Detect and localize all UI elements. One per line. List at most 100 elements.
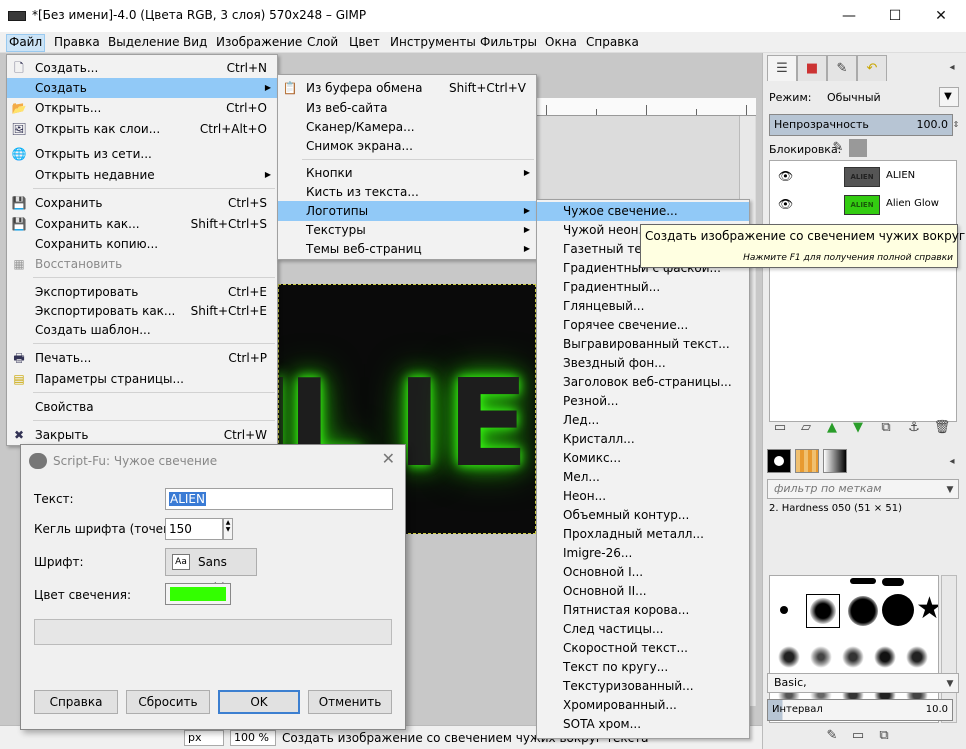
- menu-item-open[interactable]: 📂 Открыть... Ctrl+O: [7, 98, 277, 118]
- menu-item-print[interactable]: 🖶 Печать... Ctrl+P: [7, 348, 277, 368]
- edit-brush-icon[interactable]: ✎: [823, 727, 841, 745]
- delete-layer-icon[interactable]: 🗑: [933, 419, 951, 437]
- menu-item-properties[interactable]: Свойства: [7, 397, 277, 417]
- menu-item-web-themes[interactable]: Темы веб-страниц ▶: [278, 239, 536, 259]
- tab-channels[interactable]: ■: [797, 55, 827, 81]
- menu-item-buttons[interactable]: Кнопки ▶: [278, 163, 536, 183]
- tag-filter-input[interactable]: фильтр по меткам: [767, 479, 959, 499]
- menu-item-open-recent[interactable]: Открыть недавние ▶: [7, 165, 277, 185]
- brush-preset-select[interactable]: Basic,: [767, 673, 959, 693]
- menu-item-logo[interactable]: Прохладный металл...: [537, 525, 749, 544]
- menu-item-logo[interactable]: След частицы...: [537, 620, 749, 639]
- opacity-spinner[interactable]: ⇕: [947, 116, 965, 134]
- menu-item-logo[interactable]: Градиентный...: [537, 278, 749, 297]
- menu-item-patterns[interactable]: Текстуры ▶: [278, 220, 536, 240]
- eye-icon[interactable]: 👁: [778, 197, 793, 211]
- reset-button[interactable]: Сбросить: [126, 690, 210, 714]
- menu-item-logo[interactable]: Комикс...: [537, 449, 749, 468]
- chevron-down-icon[interactable]: ▼: [941, 675, 959, 693]
- cancel-button[interactable]: Отменить: [308, 690, 392, 714]
- menu-item-logo[interactable]: Объемный контур...: [537, 506, 749, 525]
- lock-alpha-icon[interactable]: [849, 139, 867, 157]
- lower-layer-icon[interactable]: ▼: [849, 419, 867, 437]
- menu-item-from-webpage[interactable]: Из веб-сайта: [278, 98, 536, 118]
- menu-item-logo[interactable]: Хромированный...: [537, 696, 749, 715]
- menu-item-new[interactable]: 🗋 Создать... Ctrl+N: [7, 58, 277, 78]
- menu-item-create[interactable]: Создать ▶: [7, 78, 277, 98]
- menu-item-logos[interactable]: Логотипы ▶: [278, 201, 536, 221]
- menu-windows[interactable]: Окна: [543, 34, 579, 52]
- menu-item-logo[interactable]: Мел...: [537, 468, 749, 487]
- menu-item-logo[interactable]: Глянцевый...: [537, 297, 749, 316]
- menu-item-logo[interactable]: SOTA хром...: [537, 715, 749, 734]
- menu-item-logo[interactable]: Неон...: [537, 487, 749, 506]
- menu-item-logo[interactable]: Текст по кругу...: [537, 658, 749, 677]
- menu-layer[interactable]: Слой: [305, 34, 340, 52]
- menu-item-page-setup[interactable]: ▤ Параметры страницы...: [7, 369, 277, 389]
- menu-item-logo[interactable]: Лед...: [537, 411, 749, 430]
- menu-item-text-brush[interactable]: Кисть из текста...: [278, 182, 536, 202]
- help-button[interactable]: Справка: [34, 690, 118, 714]
- new-brush-icon[interactable]: ▭: [849, 727, 867, 745]
- minimize-button[interactable]: —: [826, 0, 872, 32]
- menu-item-export[interactable]: Экспортировать Ctrl+E: [7, 282, 277, 302]
- font-size-spinner[interactable]: ▲ ▼: [223, 518, 233, 540]
- dock-menu-icon[interactable]: ◂: [943, 453, 961, 471]
- menu-item-alien-glow[interactable]: Чужое свечение...: [537, 202, 749, 221]
- ok-button[interactable]: OK: [218, 690, 300, 714]
- anchor-layer-icon[interactable]: ⚓: [905, 419, 923, 437]
- menu-help[interactable]: Справка: [584, 34, 641, 52]
- tab-undo-history[interactable]: ↶: [857, 55, 887, 81]
- menu-item-logo[interactable]: Основной II...: [537, 582, 749, 601]
- menu-item-open-as-layers[interactable]: 🖼 Открыть как слои... Ctrl+Alt+O: [7, 119, 277, 139]
- new-group-icon[interactable]: ▱: [797, 419, 815, 437]
- glow-color-button[interactable]: [165, 583, 231, 605]
- menu-select[interactable]: Выделение: [106, 34, 181, 52]
- menu-item-open-location[interactable]: 🌐 Открыть из сети...: [7, 144, 277, 164]
- opacity-slider[interactable]: Непрозрачность 100.0: [769, 114, 953, 136]
- text-input[interactable]: ALIEN: [165, 488, 393, 510]
- menu-item-logo[interactable]: Скоростной текст...: [537, 639, 749, 658]
- menu-item-screenshot[interactable]: Снимок экрана...: [278, 136, 536, 156]
- menu-item-export-as[interactable]: Экспортировать как... Shift+Ctrl+E: [7, 301, 277, 321]
- menu-item-save[interactable]: 💾 Сохранить Ctrl+S: [7, 193, 277, 213]
- menu-item-logo[interactable]: Резной...: [537, 392, 749, 411]
- font-size-input[interactable]: 150: [165, 518, 223, 540]
- menu-item-from-clipboard[interactable]: 📋 Из буфера обмена Shift+Ctrl+V: [278, 78, 536, 98]
- menu-filters[interactable]: Фильтры: [478, 34, 539, 52]
- menu-view[interactable]: Вид: [181, 34, 209, 52]
- mode-dropdown[interactable]: ▼: [939, 87, 959, 107]
- menu-tools[interactable]: Инструменты: [388, 34, 478, 52]
- maximize-button[interactable]: ☐: [872, 0, 918, 32]
- patterns-tab[interactable]: [795, 449, 819, 473]
- menu-image[interactable]: Изображение: [214, 34, 304, 52]
- menu-item-logo[interactable]: Текстуризованный...: [537, 677, 749, 696]
- menu-item-create-template[interactable]: Создать шаблон...: [7, 320, 277, 340]
- menu-color[interactable]: Цвет: [347, 34, 382, 52]
- close-window-button[interactable]: ✕: [918, 0, 964, 32]
- menu-item-save-copy[interactable]: Сохранить копию...: [7, 234, 277, 254]
- chevron-down-icon[interactable]: ▼: [941, 481, 959, 499]
- menu-edit[interactable]: Правка: [52, 34, 102, 52]
- gradients-tab[interactable]: [823, 449, 847, 473]
- eye-icon[interactable]: 👁: [778, 169, 793, 183]
- menu-item-logo[interactable]: Выгравированный текст...: [537, 335, 749, 354]
- raise-layer-icon[interactable]: ▲: [823, 419, 841, 437]
- menu-item-logo[interactable]: Звездный фон...: [537, 354, 749, 373]
- menu-item-logo[interactable]: Заголовок веб-страницы...: [537, 373, 749, 392]
- duplicate-layer-icon[interactable]: ⧉: [877, 419, 895, 437]
- menu-item-logo[interactable]: Основной I...: [537, 563, 749, 582]
- layer-row[interactable]: 👁 ALIEN ALIEN: [770, 163, 956, 191]
- menu-item-close[interactable]: ✖ Закрыть Ctrl+W: [7, 425, 277, 445]
- close-icon[interactable]: ✕: [382, 449, 395, 468]
- menu-item-logo[interactable]: Горячее свечение...: [537, 316, 749, 335]
- menu-item-save-as[interactable]: 💾 Сохранить как... Shift+Ctrl+S: [7, 214, 277, 234]
- menu-file[interactable]: Файл: [6, 34, 46, 52]
- duplicate-brush-icon[interactable]: ⧉: [875, 727, 893, 745]
- lock-pixels-icon[interactable]: ✎: [829, 139, 847, 157]
- font-select-button[interactable]: Aa Sans Bold: [165, 548, 257, 595]
- new-layer-icon[interactable]: ▭: [771, 419, 789, 437]
- dock-menu-icon[interactable]: ◂: [943, 59, 961, 77]
- menu-item-logo[interactable]: Пятнистая корова...: [537, 601, 749, 620]
- layer-row[interactable]: 👁 ALIEN Alien Glow: [770, 191, 956, 219]
